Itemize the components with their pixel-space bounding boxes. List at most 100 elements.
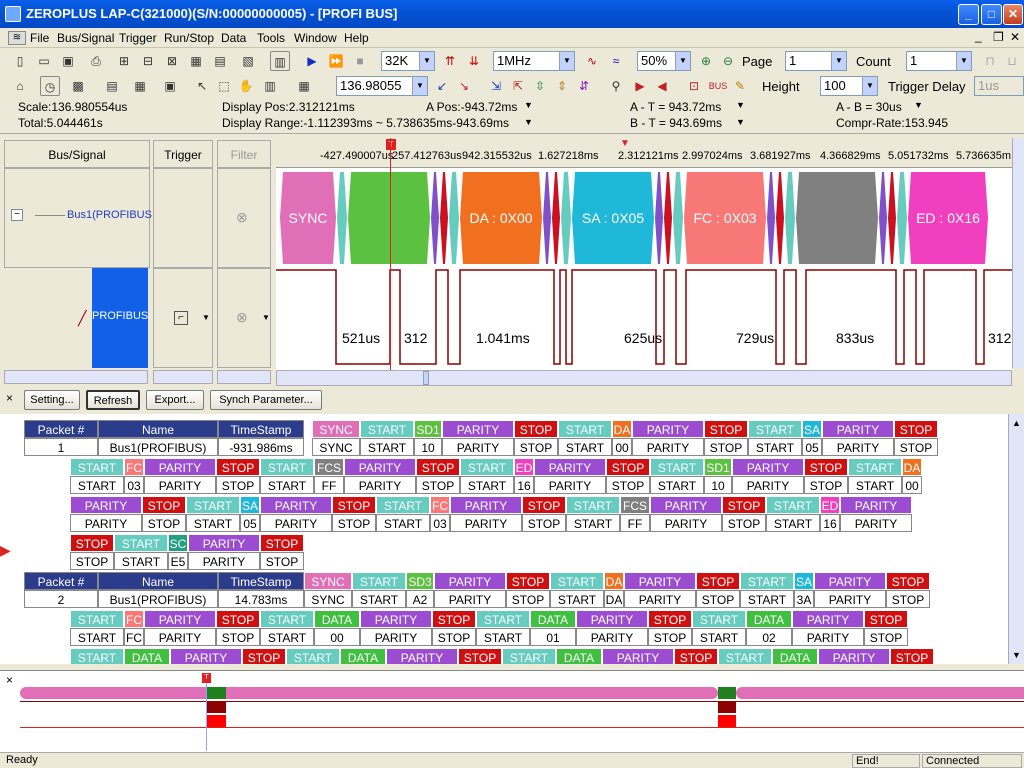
field-name-cell[interactable]: DATA — [340, 648, 386, 664]
bar-c-icon[interactable]: ⇳ — [530, 76, 550, 96]
bus-signal-header[interactable]: Bus/Signal — [4, 140, 150, 168]
field-value-cell[interactable]: STOP — [216, 628, 260, 646]
field-name-cell[interactable]: STOP — [864, 610, 908, 628]
save-icon[interactable]: ▣ — [58, 51, 78, 71]
field-value-cell[interactable]: PARITY — [822, 438, 894, 456]
trigger-marker[interactable]: T — [386, 139, 396, 150]
field-name-cell[interactable]: DA — [604, 572, 624, 590]
menu-data[interactable]: Data — [221, 31, 246, 45]
field-name-cell[interactable]: START — [766, 496, 820, 514]
field-value-cell[interactable]: PARITY — [624, 590, 696, 608]
device-icon[interactable]: ▥ — [270, 51, 290, 71]
hand-icon[interactable]: ✋ — [236, 76, 256, 96]
field-name-cell[interactable]: PARITY — [840, 496, 912, 514]
field-name-cell[interactable]: STOP — [70, 534, 114, 552]
field-name-cell[interactable]: START — [260, 458, 314, 476]
bus-segment[interactable] — [897, 172, 907, 264]
field-value-cell[interactable]: STOP — [804, 476, 848, 494]
field-name-cell[interactable]: START — [566, 496, 620, 514]
trigger-header[interactable]: Trigger — [153, 140, 213, 168]
field-name-cell[interactable]: START — [748, 420, 802, 438]
field-name-cell[interactable]: DATA — [746, 610, 792, 628]
mdi-close-button[interactable]: ✕ — [1010, 30, 1020, 44]
field-name-cell[interactable]: DATA — [530, 610, 576, 628]
field-name-cell[interactable]: STOP — [142, 496, 186, 514]
bus-segment[interactable] — [767, 172, 775, 264]
refresh-button[interactable]: Refresh — [86, 390, 140, 410]
field-value-cell[interactable]: 05 — [802, 438, 822, 456]
field-name-cell[interactable]: SA — [240, 496, 260, 514]
field-value-cell[interactable]: START — [70, 476, 124, 494]
field-value-cell[interactable]: STOP — [648, 628, 692, 646]
field-name-cell[interactable]: SD1 — [414, 420, 442, 438]
field-value-cell[interactable]: FF — [314, 476, 344, 494]
trigger-delay-field[interactable]: 1us — [974, 76, 1024, 96]
field-value-cell[interactable]: STOP — [70, 552, 114, 570]
field-name-cell[interactable]: PARITY — [360, 610, 432, 628]
field-name-cell[interactable]: STOP — [804, 458, 848, 476]
bus-segment[interactable] — [664, 172, 672, 264]
field-value-cell[interactable]: START — [70, 628, 124, 646]
memory-setting-icon[interactable]: ▦ — [186, 51, 206, 71]
field-value-cell[interactable]: 00 — [314, 628, 360, 646]
bus-segment[interactable] — [449, 172, 459, 264]
field-value-cell[interactable]: START — [114, 552, 168, 570]
field-value-cell[interactable]: 16 — [820, 514, 840, 532]
field-value-cell[interactable]: STOP — [260, 552, 304, 570]
bus-segment[interactable] — [785, 172, 795, 264]
new-icon[interactable]: ▯ — [10, 51, 30, 71]
field-name-cell[interactable]: DATA — [314, 610, 360, 628]
field-name-cell[interactable]: SA — [794, 572, 814, 590]
field-value-cell[interactable]: PARITY — [344, 476, 416, 494]
display-pos-marker[interactable]: ▼ — [620, 138, 630, 149]
field-value-cell[interactable]: 03 — [430, 514, 450, 532]
field-value-cell[interactable]: FF — [620, 514, 650, 532]
home-icon[interactable]: ⌂ — [10, 76, 30, 96]
bus-icon[interactable]: BUS — [708, 76, 728, 96]
field-name-cell[interactable]: START — [692, 610, 746, 628]
export-button[interactable]: Export... — [146, 390, 204, 410]
signal-setting-icon[interactable]: ⊟ — [138, 51, 158, 71]
edge-trigger-icon[interactable]: ⌐ — [174, 311, 188, 325]
analyzer-icon[interactable]: ▧ — [238, 51, 258, 71]
channel-trigger-cell[interactable]: ⌐ ▼ — [153, 268, 213, 368]
field-value-cell[interactable]: PARITY — [70, 514, 142, 532]
field-value-cell[interactable]: STOP — [606, 476, 650, 494]
field-value-cell[interactable]: PARITY — [650, 514, 722, 532]
waveform-icon[interactable]: ▤ — [102, 76, 122, 96]
field-value-cell[interactable]: 03 — [124, 476, 144, 494]
field-value-cell[interactable]: STOP — [432, 628, 476, 646]
field-name-cell[interactable]: START — [848, 458, 902, 476]
close-icon[interactable]: × — [6, 391, 13, 405]
menu-run-stop[interactable]: Run/Stop — [164, 31, 214, 45]
field-value-cell[interactable]: SYNC — [312, 438, 360, 456]
field-value-cell[interactable]: 01 — [530, 628, 576, 646]
field-value-cell[interactable]: START — [376, 514, 430, 532]
field-name-cell[interactable]: STOP — [648, 610, 692, 628]
field-value-cell[interactable]: STOP — [864, 628, 908, 646]
field-value-cell[interactable]: PARITY — [814, 590, 886, 608]
field-value-cell[interactable]: STOP — [522, 514, 566, 532]
field-name-cell[interactable]: DA — [612, 420, 632, 438]
overview-panel[interactable]: × T — [0, 670, 1024, 752]
field-value-cell[interactable]: STOP — [894, 438, 938, 456]
bus-segment[interactable] — [348, 172, 430, 264]
maximize-button[interactable]: □ — [981, 4, 1002, 25]
field-name-cell[interactable]: PARITY — [144, 458, 216, 476]
synch-parameter-button[interactable]: Synch Parameter... — [210, 390, 322, 410]
field-name-cell[interactable]: STOP — [242, 648, 286, 664]
field-name-cell[interactable]: START — [70, 610, 124, 628]
field-value-cell[interactable]: 10 — [414, 438, 442, 456]
field-value-cell[interactable]: PARITY — [360, 628, 432, 646]
memory-depth-select[interactable]: 32K ▼ — [381, 51, 435, 71]
field-name-cell[interactable]: START — [502, 648, 556, 664]
close-icon[interactable]: × — [6, 673, 13, 687]
field-value-cell[interactable]: 02 — [746, 628, 792, 646]
brush-icon[interactable]: ✎ — [730, 76, 750, 96]
bus-segment[interactable] — [888, 172, 896, 264]
bus-segment[interactable] — [776, 172, 784, 264]
state-icon[interactable]: ▣ — [160, 76, 180, 96]
field-name-cell[interactable]: START — [476, 610, 530, 628]
packet-number[interactable]: 2 — [24, 590, 98, 608]
filter-hscroll[interactable] — [217, 370, 271, 384]
